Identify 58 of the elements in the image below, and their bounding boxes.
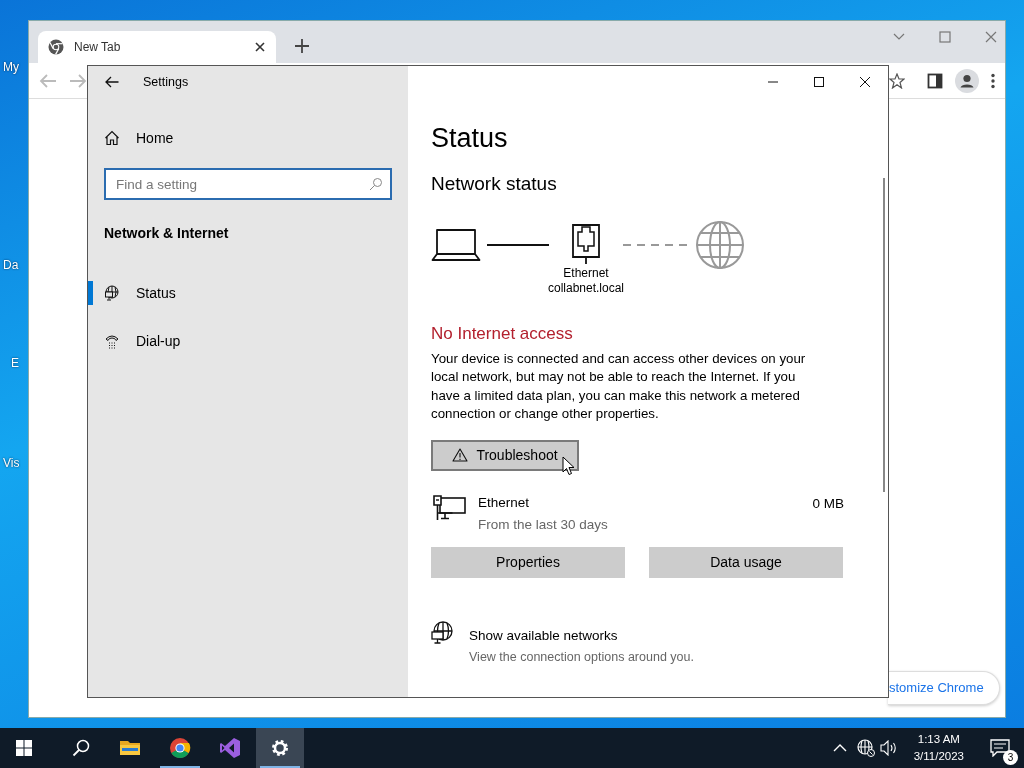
window-title: Settings	[143, 73, 189, 91]
link-description: View the connection options around you.	[469, 649, 694, 666]
more-menu-icon[interactable]	[991, 72, 995, 89]
network-icon[interactable]	[856, 739, 875, 757]
home-link[interactable]: Home	[88, 126, 408, 150]
ethernet-port-icon	[572, 223, 600, 264]
chevron-up-icon[interactable]	[832, 744, 847, 752]
close-icon[interactable]	[254, 41, 266, 53]
connection-line	[487, 243, 549, 246]
search-icon[interactable]	[72, 739, 90, 757]
home-icon	[104, 130, 120, 146]
globe-monitor-icon	[104, 285, 120, 301]
desktop-icon-label[interactable]: My	[3, 58, 19, 76]
scrollbar[interactable]	[883, 178, 885, 492]
notification-icon	[990, 739, 1010, 757]
connection-name: Ethernet	[478, 493, 531, 512]
section-subtitle: Network status	[431, 172, 558, 196]
phone-icon	[104, 333, 120, 349]
visual-studio-logo-icon	[219, 737, 241, 759]
chrome-logo-icon	[48, 39, 64, 55]
clock[interactable]: 1:13 AM 3/11/2023	[907, 731, 970, 765]
show-networks-link[interactable]: Show available networks	[469, 625, 694, 646]
star-icon[interactable]	[889, 72, 905, 89]
laptop-icon	[431, 227, 481, 262]
customize-chrome-button[interactable]: stomize Chrome	[888, 671, 1000, 705]
profile-avatar-icon[interactable]	[955, 68, 979, 93]
chevron-down-icon[interactable]	[893, 33, 905, 41]
taskbar-app-button[interactable]	[256, 728, 304, 768]
globe-monitor-icon	[431, 620, 455, 645]
action-button[interactable]: Properties	[431, 546, 625, 578]
troubleshoot-button[interactable]: Troubleshoot	[431, 439, 579, 471]
windows-start-icon[interactable]	[16, 740, 32, 756]
maximize-icon[interactable]	[813, 76, 825, 88]
section-title: Network & Internet	[103, 224, 230, 243]
browser-tab[interactable]: New Tab	[38, 31, 276, 63]
action-button[interactable]: Data usage	[649, 546, 843, 578]
alert-heading: No Internet access	[431, 322, 574, 345]
side-panel-icon[interactable]	[927, 72, 943, 89]
description-text: Your device is connected and can access other devices on your local network, but may not be able to reach the Internet. If you have a limited data plan, you can make this network a metered connection or change other properties.	[431, 349, 807, 423]
gear-icon	[269, 737, 291, 759]
page-title: Status	[431, 122, 509, 155]
nav-item[interactable]: Status	[93, 281, 408, 305]
data-amount: 0 MB	[812, 494, 844, 513]
notification-count: 3	[1003, 750, 1018, 765]
chrome-logo-icon	[169, 737, 191, 759]
notification-button[interactable]: 3	[976, 728, 1024, 768]
search-field[interactable]: Find a setting	[104, 168, 392, 200]
mouse-cursor-icon	[562, 456, 575, 476]
nav-item[interactable]: Dial-up	[93, 329, 408, 353]
close-icon[interactable]	[859, 76, 871, 88]
ethernet-monitor-icon	[432, 493, 466, 522]
volume-icon[interactable]	[879, 740, 898, 756]
warning-icon	[452, 448, 469, 462]
back-arrow-icon[interactable]	[105, 76, 119, 88]
network-name: collabnet.local	[547, 280, 625, 296]
usage-period: From the last 30 days	[478, 515, 609, 534]
adapter-name: Ethernet	[563, 265, 609, 281]
new-tab-icon[interactable]	[294, 38, 310, 54]
